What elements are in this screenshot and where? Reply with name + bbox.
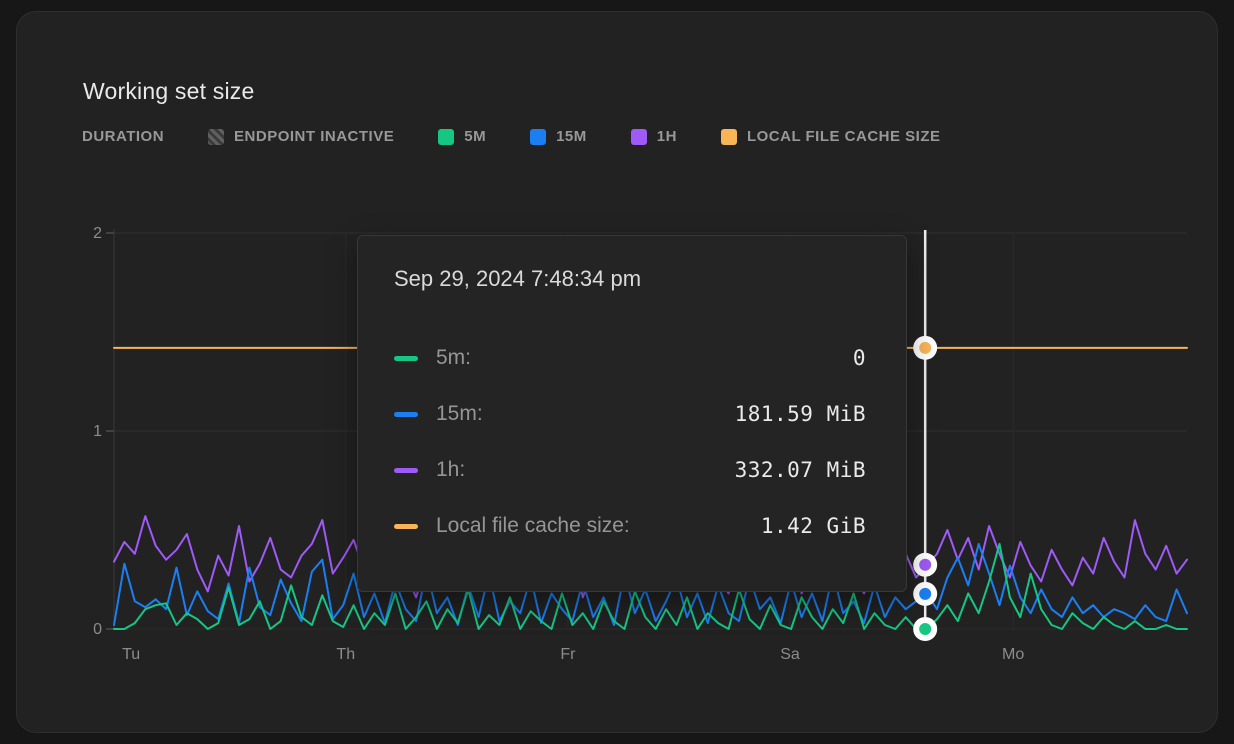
crosshair-marker-dot xyxy=(919,342,931,354)
green-dash-icon xyxy=(394,356,418,361)
tooltip-row-value: 181.59 MiB xyxy=(735,402,866,426)
x-tick-label: Th xyxy=(336,646,355,663)
tooltip-row-15m: 15m: 181.59 MiB xyxy=(394,386,866,442)
tooltip-row-label: 1h: xyxy=(436,458,465,482)
page: Working set size DURATION ENDPOINT INACT… xyxy=(0,0,1234,744)
tooltip-timestamp: Sep 29, 2024 7:48:34 pm xyxy=(394,262,866,296)
x-tick-label: Tu xyxy=(122,646,140,663)
tooltip-row-label: Local file cache size: xyxy=(436,514,630,538)
tooltip-row-label: 15m: xyxy=(436,402,483,426)
tooltip-row-value: 1.42 GiB xyxy=(761,514,866,538)
x-tick-label: Mo xyxy=(1002,646,1024,663)
crosshair-marker-dot xyxy=(919,623,931,635)
x-tick-label: Sa xyxy=(780,646,800,663)
purple-dash-icon xyxy=(394,468,418,473)
tooltip-row-label: 5m: xyxy=(436,346,471,370)
x-tick-label: Fr xyxy=(560,646,576,663)
tooltip-row-value: 332.07 MiB xyxy=(735,458,866,482)
tooltip-row-local-file-cache-size: Local file cache size: 1.42 GiB xyxy=(394,498,866,554)
crosshair-marker-dot xyxy=(919,559,931,571)
tooltip-row-1h: 1h: 332.07 MiB xyxy=(394,442,866,498)
blue-dash-icon xyxy=(394,412,418,417)
tooltip-row-5m: 5m: 0 xyxy=(394,330,866,386)
chart-tooltip: Sep 29, 2024 7:48:34 pm 5m: 0 15m: 181.5… xyxy=(357,235,907,592)
crosshair-marker-dot xyxy=(919,588,931,600)
orange-dash-icon xyxy=(394,524,418,529)
y-tick-label: 1 xyxy=(93,423,102,440)
y-tick-label: 2 xyxy=(93,225,102,242)
tooltip-row-value: 0 xyxy=(853,346,866,370)
working-set-size-card: Working set size DURATION ENDPOINT INACT… xyxy=(16,11,1218,733)
y-tick-label: 0 xyxy=(93,621,102,638)
